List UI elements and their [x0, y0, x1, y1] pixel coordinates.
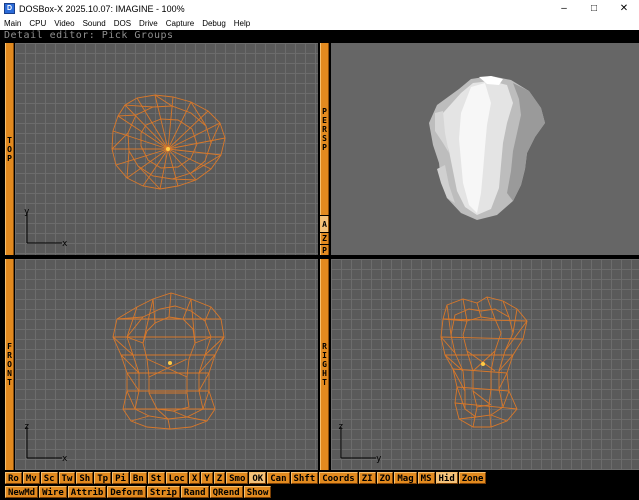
btn-cancel[interactable]: Can — [267, 472, 290, 484]
label-letter: S — [322, 133, 327, 143]
btn-new-mode[interactable]: NewMd — [5, 486, 39, 498]
dosbox-icon: D — [4, 3, 15, 14]
toolbar-row-1: Ro Mv Sc Tw Sh Tp Pi Bn St Loc X Y Z Smo… — [0, 471, 639, 485]
menu-cpu[interactable]: CPU — [25, 19, 50, 28]
object-origin-marker — [168, 361, 172, 365]
label-letter: H — [322, 369, 327, 378]
label-letter: E — [322, 115, 327, 125]
viewport-top[interactable]: y x — [15, 43, 318, 255]
axis-indicator-front: z x — [24, 422, 68, 464]
label-letter: R — [322, 342, 327, 351]
label-letter: P — [322, 245, 327, 255]
btn-ok[interactable]: OK — [249, 472, 267, 484]
label-letter: R — [322, 124, 327, 134]
btn-axis-z[interactable]: Z — [213, 472, 226, 484]
axis-indicator-top: y x — [24, 207, 68, 249]
wireframe-top — [111, 94, 226, 190]
rendered-shaded-object — [429, 76, 545, 220]
btn-attrib[interactable]: Attrib — [67, 486, 107, 498]
viewport-right[interactable]: z y — [331, 259, 639, 470]
btn-deform[interactable]: Deform — [107, 486, 146, 498]
btn-pinch[interactable]: Pi — [112, 472, 129, 484]
object-origin-marker — [481, 362, 485, 366]
toolbar-row-2: NewMd Wire Attrib Deform Strip Rand QRen… — [0, 485, 639, 499]
btn-wire[interactable]: Wire — [39, 486, 67, 498]
label-letter: T — [7, 378, 12, 387]
axis-label-x: x — [62, 454, 68, 464]
persp-p-button[interactable]: P — [320, 245, 329, 255]
btn-taper[interactable]: Tp — [94, 472, 112, 484]
window-titlebar: D DOSBox-X 2025.10.07: IMAGINE - 100% – … — [0, 0, 639, 17]
btn-shear[interactable]: Sh — [76, 472, 94, 484]
menu-capture[interactable]: Capture — [162, 19, 198, 28]
btn-smooth[interactable]: Smo — [226, 472, 249, 484]
btn-quick-render[interactable]: QRend — [209, 486, 243, 498]
persp-az-button[interactable]: A — [320, 216, 329, 232]
menu-dos[interactable]: DOS — [110, 19, 135, 28]
menu-main[interactable]: Main — [0, 19, 25, 28]
btn-twist[interactable]: Tw — [58, 472, 76, 484]
btn-strip[interactable]: Strip — [146, 486, 180, 498]
editor-status-line: Detail editor: Pick Groups — [0, 30, 639, 42]
btn-stretch[interactable]: St — [147, 472, 165, 484]
axis-label-z: z — [338, 422, 343, 432]
close-icon[interactable]: ✕ — [609, 0, 639, 17]
label-letter: G — [322, 360, 327, 369]
axis-label-z: z — [24, 422, 29, 432]
label-letter: N — [7, 369, 12, 378]
object-origin-marker — [166, 147, 170, 151]
view-label-front[interactable]: F R O N T — [5, 259, 14, 470]
btn-local[interactable]: Loc — [165, 472, 188, 484]
view-label-right[interactable]: R I G H T — [320, 259, 329, 470]
label-letter: O — [7, 360, 12, 369]
menu-sound[interactable]: Sound — [79, 19, 110, 28]
viewport-perspective[interactable] — [331, 43, 639, 255]
label-letter: P — [322, 142, 327, 152]
label-letter: P — [322, 106, 327, 116]
btn-show[interactable]: Show — [243, 486, 272, 498]
btn-bend[interactable]: Bn — [129, 472, 147, 484]
axis-label-y: y — [24, 207, 30, 217]
persp-z-button[interactable]: Z — [320, 233, 329, 244]
view-label-persp[interactable]: P E R S P — [320, 43, 329, 215]
btn-axis-x[interactable]: X — [188, 472, 201, 484]
label-letter: A — [322, 219, 327, 229]
btn-scale[interactable]: Sc — [40, 472, 58, 484]
btn-zoom-out[interactable]: ZO — [376, 472, 394, 484]
menu-drive[interactable]: Drive — [135, 19, 162, 28]
axis-indicator-right: z y — [338, 422, 382, 464]
btn-move[interactable]: Mv — [22, 472, 40, 484]
btn-rand[interactable]: Rand — [180, 486, 209, 498]
label-letter: I — [322, 351, 327, 360]
wireframe-front — [112, 292, 225, 430]
label-letter: R — [7, 351, 12, 360]
menu-video[interactable]: Video — [50, 19, 78, 28]
btn-hide[interactable]: Hid — [435, 472, 458, 484]
wireframe-right — [440, 296, 528, 428]
axis-label-x: x — [62, 239, 68, 249]
menu-help[interactable]: Help — [230, 19, 254, 28]
viewport-front[interactable]: z x — [15, 259, 318, 470]
btn-ms[interactable]: MS — [417, 472, 435, 484]
axis-label-y: y — [376, 454, 382, 464]
label-letter: T — [322, 378, 327, 387]
btn-magnify[interactable]: Mag — [394, 472, 417, 484]
btn-axis-y[interactable]: Y — [201, 472, 213, 484]
btn-zone[interactable]: Zone — [458, 472, 487, 484]
label-letter: P — [7, 153, 12, 163]
label-letter: T — [7, 135, 12, 145]
btn-shift[interactable]: Shft — [290, 472, 319, 484]
btn-zoom-in[interactable]: ZI — [358, 472, 376, 484]
maximize-icon[interactable]: □ — [579, 0, 609, 17]
window-title: DOSBox-X 2025.10.07: IMAGINE - 100% — [19, 3, 185, 14]
menu-bar: Main CPU Video Sound DOS Drive Capture D… — [0, 17, 639, 30]
btn-coords[interactable]: Coords — [319, 472, 358, 484]
label-letter: F — [7, 342, 12, 351]
label-letter: O — [7, 144, 12, 154]
label-letter: Z — [322, 234, 327, 243]
minimize-icon[interactable]: – — [549, 0, 579, 17]
menu-debug[interactable]: Debug — [198, 19, 230, 28]
view-label-top[interactable]: T O P — [5, 43, 14, 255]
btn-rotate[interactable]: Ro — [5, 472, 22, 484]
